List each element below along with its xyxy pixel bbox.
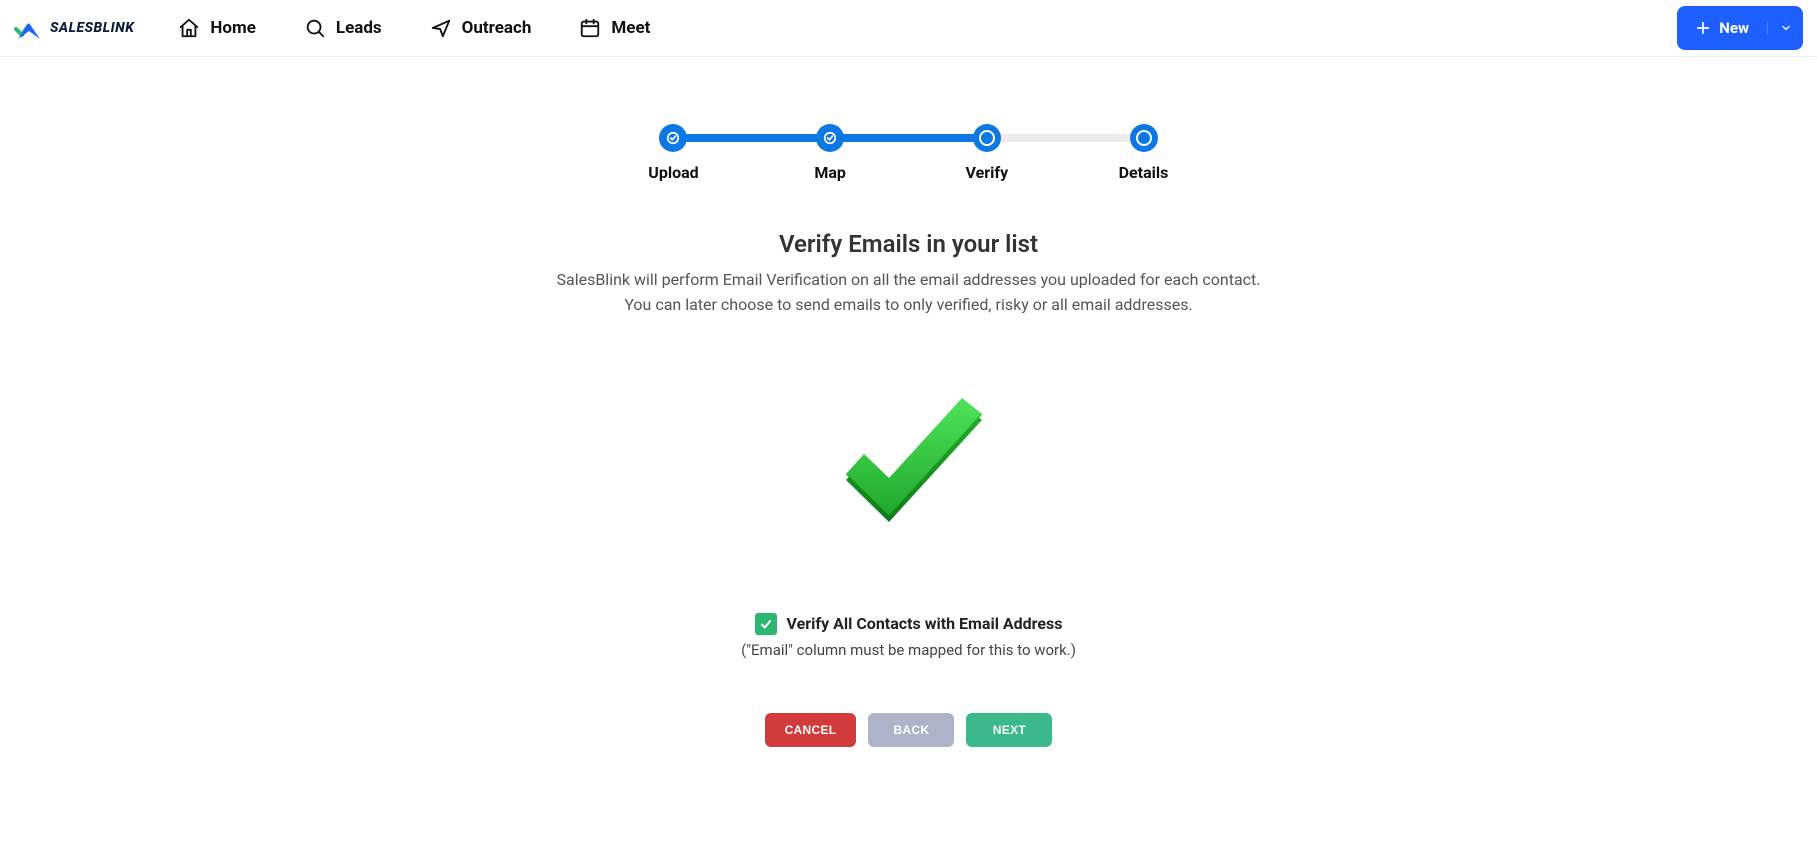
page-title: Verify Emails in your list xyxy=(459,230,1359,258)
stepper-row xyxy=(659,123,1159,153)
new-button-dropdown[interactable] xyxy=(1767,22,1803,34)
header-left: SALESBLINK Home Leads xyxy=(14,13,650,43)
nav-home[interactable]: Home xyxy=(178,17,256,39)
step-line-3 xyxy=(997,134,1134,142)
new-button-label: New xyxy=(1719,19,1749,37)
stepper: Upload Map Verify Details xyxy=(659,123,1159,182)
cancel-button[interactable]: CANCEL xyxy=(765,713,857,747)
nav-leads[interactable]: Leads xyxy=(304,17,382,39)
content: Verify Emails in your list SalesBlink wi… xyxy=(459,230,1359,747)
main-nav: Home Leads Outreach xyxy=(178,17,650,39)
new-button-main[interactable]: New xyxy=(1677,19,1767,37)
brand-name: SALESBLINK xyxy=(50,20,134,36)
chevron-down-icon xyxy=(1780,22,1792,34)
checkmark-icon xyxy=(834,398,984,533)
verify-checkbox[interactable] xyxy=(755,613,777,635)
plus-icon xyxy=(1695,20,1711,36)
nav-outreach[interactable]: Outreach xyxy=(430,17,532,39)
page-desc-2: You can later choose to send emails to o… xyxy=(459,293,1359,318)
step-line-2 xyxy=(840,134,977,142)
step-label-details: Details xyxy=(1108,163,1178,182)
back-button[interactable]: BACK xyxy=(868,713,954,747)
step-label-verify: Verify xyxy=(952,163,1022,182)
big-check-illustration xyxy=(834,398,984,533)
app-header: SALESBLINK Home Leads xyxy=(0,0,1817,57)
nav-home-label: Home xyxy=(210,18,256,38)
calendar-icon xyxy=(579,17,601,39)
verify-hint: ("Email" column must be mapped for this … xyxy=(459,641,1359,659)
nav-meet[interactable]: Meet xyxy=(579,17,650,39)
nav-outreach-label: Outreach xyxy=(462,18,532,38)
brand-logo[interactable]: SALESBLINK xyxy=(14,13,134,43)
step-details-dot[interactable] xyxy=(1130,124,1158,152)
step-verify-dot[interactable] xyxy=(973,124,1001,152)
action-buttons: CANCEL BACK NEXT xyxy=(459,713,1359,747)
page-desc-1: SalesBlink will perform Email Verificati… xyxy=(459,268,1359,293)
new-button: New xyxy=(1677,6,1803,50)
search-icon xyxy=(304,17,326,39)
home-icon xyxy=(178,17,200,39)
step-label-upload: Upload xyxy=(639,163,709,182)
stepper-labels: Upload Map Verify Details xyxy=(659,163,1159,182)
verify-checkbox-label: Verify All Contacts with Email Address xyxy=(787,614,1063,633)
check-circle-icon xyxy=(666,131,680,145)
step-upload-dot[interactable] xyxy=(659,124,687,152)
step-line-1 xyxy=(683,134,820,142)
send-icon xyxy=(430,17,452,39)
step-label-map: Map xyxy=(795,163,865,182)
check-circle-icon xyxy=(823,131,837,145)
nav-leads-label: Leads xyxy=(336,18,382,38)
logo-icon xyxy=(14,13,44,43)
check-icon xyxy=(759,617,773,631)
step-map-dot[interactable] xyxy=(816,124,844,152)
main-card: Upload Map Verify Details Verify Emails … xyxy=(16,85,1801,787)
next-button[interactable]: NEXT xyxy=(966,713,1052,747)
verify-checkbox-row: Verify All Contacts with Email Address xyxy=(459,613,1359,635)
new-button-group: New xyxy=(1677,6,1803,50)
nav-meet-label: Meet xyxy=(611,18,650,38)
